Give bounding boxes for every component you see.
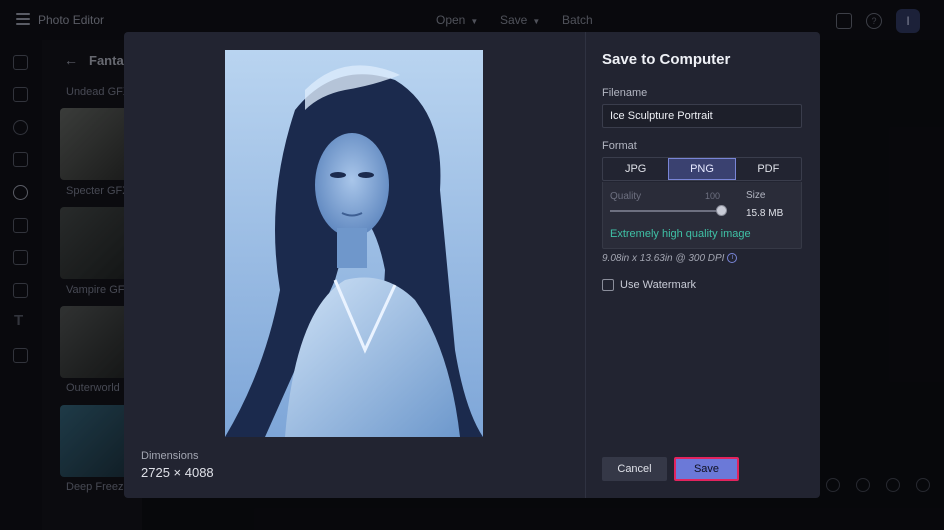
- image-preview: [225, 50, 483, 437]
- save-button[interactable]: Save: [674, 457, 739, 481]
- filename-label: Filename: [602, 87, 648, 99]
- quality-slider-handle[interactable]: [716, 205, 727, 216]
- dialog-title: Save to Computer: [602, 51, 731, 68]
- format-png-button[interactable]: PNG: [668, 158, 736, 180]
- quality-panel: Quality 100 Size 15.8 MB Extremely high …: [602, 182, 802, 249]
- quality-label: Quality: [610, 191, 642, 202]
- quality-value: 100: [705, 191, 721, 201]
- size-label: Size: [746, 190, 766, 201]
- watermark-checkbox[interactable]: [602, 279, 614, 291]
- format-jpg-button[interactable]: JPG: [603, 158, 668, 180]
- dialog-divider: [585, 32, 586, 498]
- dpi-info: 9.08in x 13.63in @ 300 DPI i: [602, 253, 738, 264]
- format-label: Format: [602, 140, 637, 152]
- save-options: Save to Computer Filename Format JPG PNG…: [602, 32, 802, 498]
- save-dialog: Dimensions 2725 × 4088 Save to Computer …: [124, 32, 820, 498]
- dimensions-label: Dimensions: [141, 450, 199, 462]
- format-selector: JPG PNG PDF: [602, 157, 802, 181]
- filename-input[interactable]: [602, 104, 802, 128]
- size-value: 15.8 MB: [746, 208, 784, 219]
- cancel-button[interactable]: Cancel: [602, 457, 667, 481]
- format-pdf-button[interactable]: PDF: [736, 158, 801, 180]
- dimensions-value: 2725 × 4088: [141, 465, 214, 480]
- watermark-label[interactable]: Use Watermark: [620, 279, 696, 291]
- quality-slider-track[interactable]: [610, 210, 722, 212]
- dpi-text: 9.08in x 13.63in @ 300 DPI: [602, 253, 725, 264]
- quality-note: Extremely high quality image: [610, 228, 751, 240]
- preview-area: Dimensions 2725 × 4088: [124, 32, 585, 498]
- info-icon[interactable]: i: [727, 253, 738, 264]
